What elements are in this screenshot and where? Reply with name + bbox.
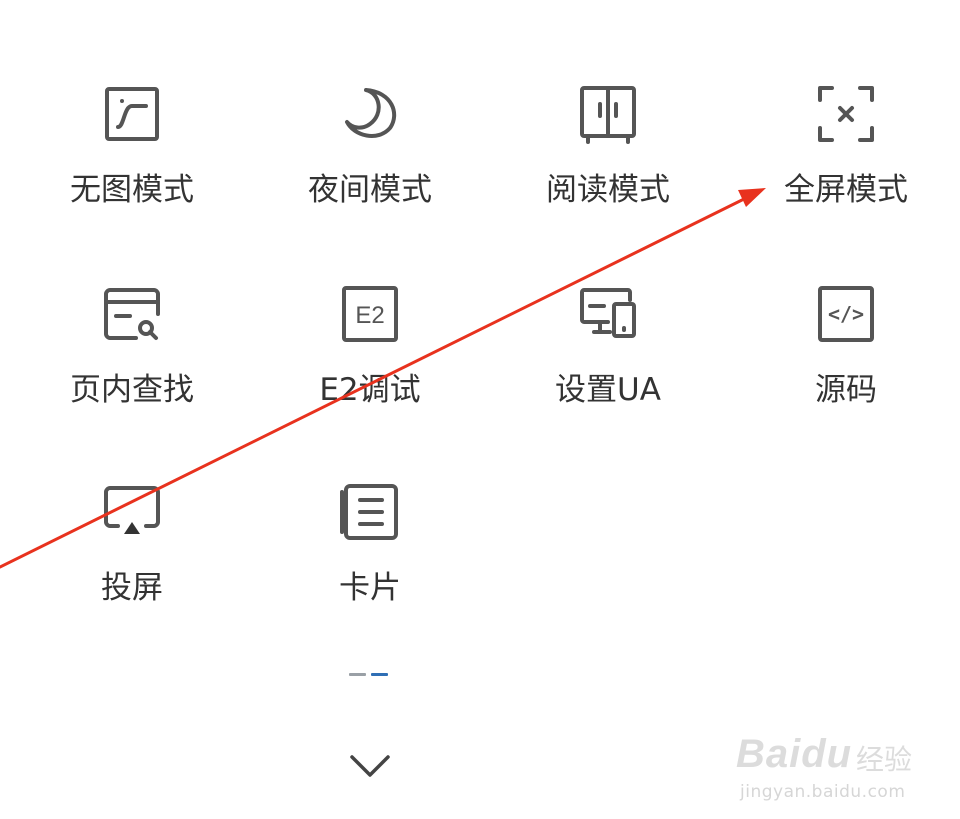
menu-item-reading-mode[interactable]: 阅读模式	[508, 84, 708, 244]
menu-item-label: 设置UA	[555, 372, 661, 408]
find-in-page-icon	[102, 284, 162, 344]
menu-item-fullscreen-mode[interactable]: 全屏模式	[746, 84, 946, 244]
watermark-brand: Baidu	[736, 732, 853, 776]
moon-icon	[340, 84, 400, 144]
menu-item-label: 阅读模式	[546, 172, 670, 208]
menu-item-label: 夜间模式	[308, 172, 432, 208]
fullscreen-icon	[816, 84, 876, 144]
menu-item-source-code[interactable]: </> 源码	[746, 284, 946, 444]
menu-item-no-image-mode[interactable]: 无图模式	[32, 84, 232, 244]
tools-menu-grid: 无图模式 夜间模式 阅读模式 全屏模式 页内查找 E2 E2调试 设置UA </…	[0, 0, 960, 640]
menu-item-label: 投屏	[101, 570, 163, 606]
menu-item-e2-debug[interactable]: E2 E2调试	[270, 284, 470, 444]
book-icon	[578, 84, 638, 144]
menu-item-label: E2调试	[319, 372, 421, 408]
watermark-sub: 经验	[856, 743, 913, 776]
menu-item-label: 源码	[815, 372, 877, 408]
menu-item-label: 全屏模式	[784, 172, 908, 208]
cast-screen-icon	[102, 482, 162, 542]
menu-item-card[interactable]: 卡片	[270, 482, 470, 642]
menu-item-night-mode[interactable]: 夜间模式	[270, 84, 470, 244]
card-icon	[340, 482, 400, 542]
watermark-url: jingyan.baidu.com	[740, 782, 906, 802]
page-indicator	[349, 673, 391, 677]
page-indicator-dot-2	[371, 673, 388, 676]
menu-item-set-ua[interactable]: 设置UA	[508, 284, 708, 444]
e2-debug-icon: E2	[340, 284, 400, 344]
page-indicator-dot-1	[349, 673, 366, 676]
menu-item-label: 无图模式	[70, 172, 194, 208]
menu-item-label: 页内查找	[70, 372, 194, 408]
collapse-menu-button[interactable]	[346, 748, 394, 784]
e2-icon-text: E2	[355, 302, 384, 329]
menu-item-find-in-page[interactable]: 页内查找	[32, 284, 232, 444]
chevron-down-icon	[350, 755, 390, 777]
menu-item-cast-screen[interactable]: 投屏	[32, 482, 232, 642]
menu-item-label: 卡片	[339, 570, 401, 606]
no-image-icon	[102, 84, 162, 144]
source-code-icon: </>	[816, 284, 876, 344]
devices-icon	[578, 284, 638, 344]
baidu-watermark: Baidu 经验 jingyan.baidu.com	[728, 712, 928, 812]
source-icon-text: </>	[828, 302, 864, 326]
